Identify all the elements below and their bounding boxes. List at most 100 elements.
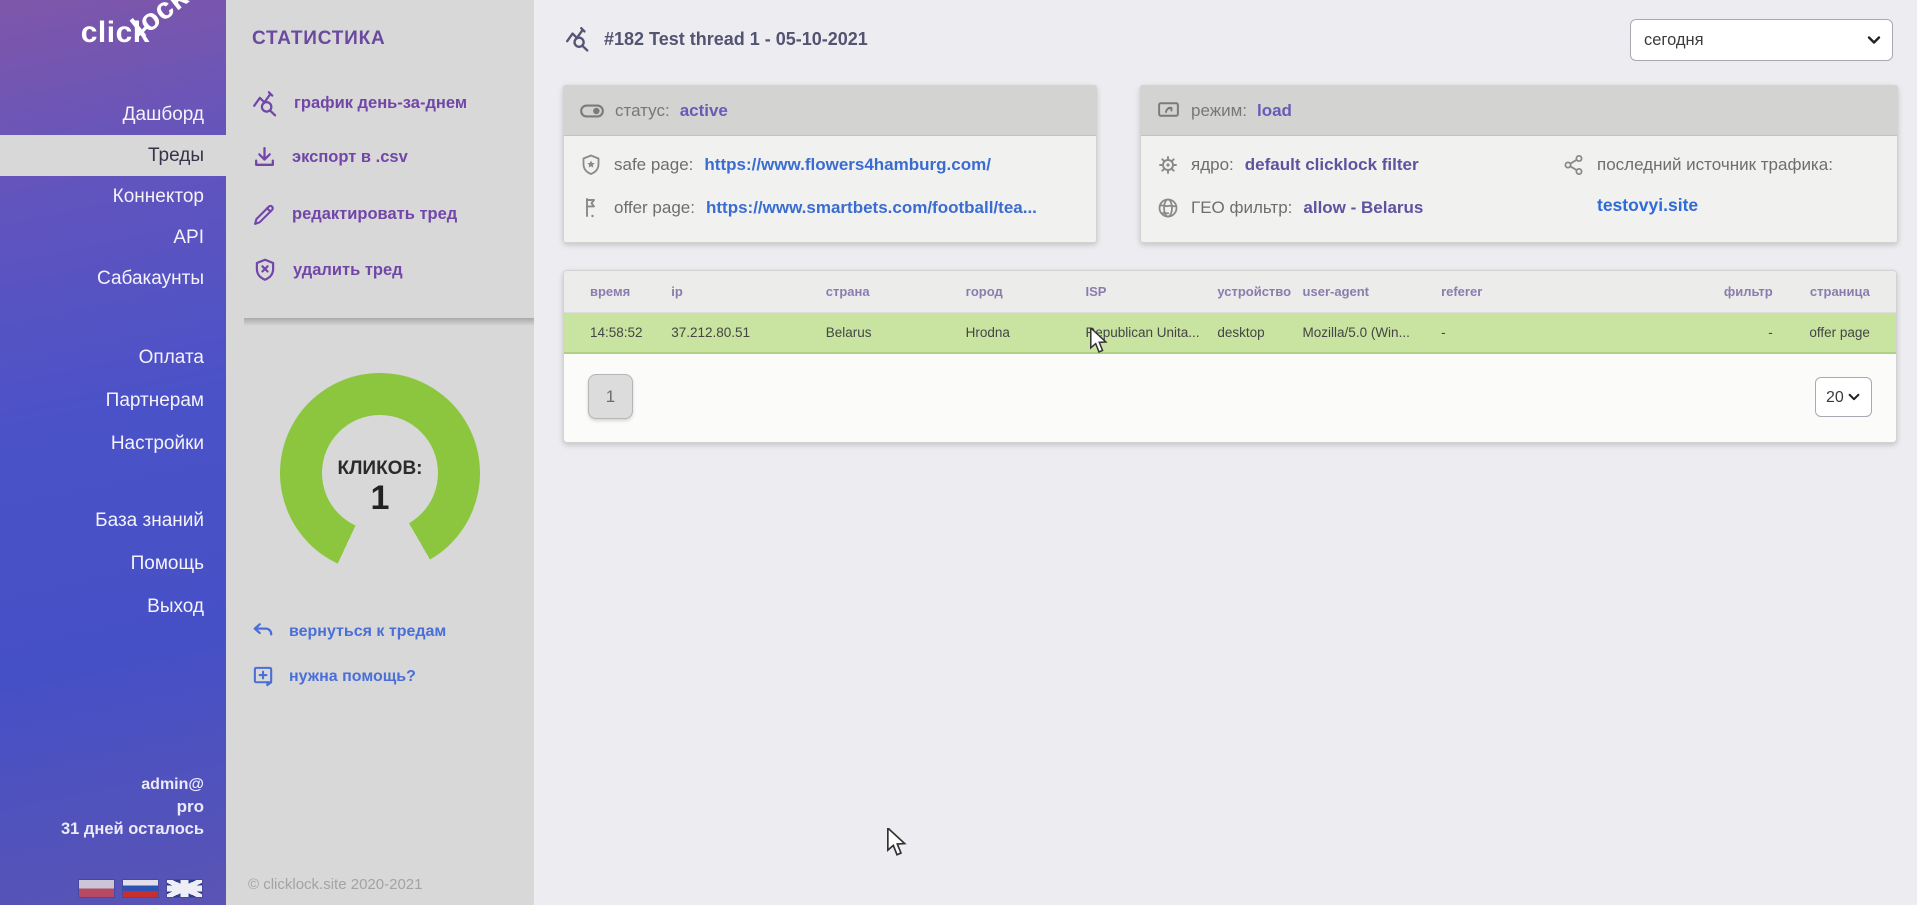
sidebar-item-knowledge-base[interactable]: База знаний: [0, 499, 226, 542]
page-size-select-wrap: 20: [1815, 377, 1872, 417]
share-icon: [1562, 153, 1586, 177]
page-1-button[interactable]: 1: [588, 374, 633, 419]
delete-thread-button[interactable]: удалить тред: [252, 257, 403, 283]
account-plan: pro: [0, 796, 204, 818]
geo-filter-row: ГЕО фильтр: allow - Belarus: [1156, 194, 1562, 221]
sidebar-item-partners[interactable]: Партнерам: [0, 379, 226, 422]
date-range-select-wrap: сегодня: [1630, 19, 1893, 61]
account-email: admin@: [0, 774, 204, 796]
sidebar: clicklock Дашборд Треды Коннектор API Са…: [0, 0, 226, 905]
sidebar-item-dashboard[interactable]: Дашборд: [0, 94, 226, 135]
offer-page-row: offer page: https://www.smartbets.com/fo…: [579, 194, 1081, 221]
cell-time: 14:58:52: [564, 325, 665, 340]
cell-city: Hrodna: [960, 325, 1080, 340]
mode-card: режим: load ядро: default: [1140, 85, 1898, 243]
mode-card-header: режим: load: [1141, 86, 1897, 136]
clicklock-logo[interactable]: clicklock: [81, 16, 212, 50]
statistics-title: СТАТИСТИКА: [252, 28, 386, 50]
core-row: ядро: default clicklock filter: [1156, 151, 1562, 178]
flag-en-icon[interactable]: [167, 880, 202, 897]
chart-search-icon: [252, 90, 279, 117]
gear-icon: [1156, 153, 1180, 177]
day-by-day-chart-button[interactable]: график день-за-днем: [252, 90, 467, 117]
panel-link-label: вернуться к тредам: [289, 623, 446, 641]
sidebar-item-threads[interactable]: Треды: [0, 135, 226, 176]
column-header-page: страница: [1779, 284, 1896, 299]
clicks-table-card: время ip страна город ISP устройство use…: [563, 270, 1897, 443]
clicks-gauge: КЛИКОВ: 1: [280, 373, 480, 573]
screen-share-icon: [1156, 98, 1181, 123]
sidebar-item-logout[interactable]: Выход: [0, 585, 226, 628]
sidebar-item-help[interactable]: Помощь: [0, 542, 226, 585]
action-label: график день-за-днем: [294, 94, 467, 113]
mode-card-left-column: ядро: default clicklock filter ГЕО фильт…: [1156, 151, 1562, 237]
account-days-left: 31 дней осталось: [0, 818, 204, 841]
cell-ip: 37.212.80.51: [665, 325, 820, 340]
action-label: удалить тред: [293, 261, 403, 280]
geo-filter-label: ГЕО фильтр:: [1191, 198, 1292, 218]
sidebar-nav-bottom: База знаний Помощь Выход: [0, 499, 226, 628]
column-header-time: время: [564, 284, 665, 299]
page-size-select[interactable]: 20: [1815, 377, 1872, 417]
shield-x-icon: [252, 257, 278, 283]
thread-title: #182 Test thread 1 - 05-10-2021: [604, 29, 868, 50]
sidebar-item-settings[interactable]: Настройки: [0, 422, 226, 465]
plus-square-icon: [252, 665, 275, 688]
cell-user-agent: Mozilla/5.0 (Win...: [1297, 325, 1436, 340]
mode-card-body: ядро: default clicklock filter ГЕО фильт…: [1141, 136, 1897, 237]
download-icon: [252, 145, 277, 170]
safe-page-row: safe page: https://www.flowers4hamburg.c…: [579, 151, 1081, 178]
flag-pl-icon[interactable]: [79, 880, 114, 897]
chart-search-icon: [564, 26, 592, 52]
sidebar-item-connector[interactable]: Коннектор: [0, 176, 226, 217]
column-header-device: устройство: [1211, 284, 1296, 299]
sidebar-item-subaccounts[interactable]: Сабакаунты: [0, 258, 226, 299]
clicks-gauge-label: КЛИКОВ:: [337, 458, 422, 480]
cell-referer: -: [1435, 325, 1669, 340]
globe-icon: [1156, 196, 1180, 220]
date-range-select[interactable]: сегодня: [1630, 19, 1893, 61]
panel-divider: [244, 318, 534, 326]
mode-label: режим:: [1191, 101, 1247, 121]
status-label: статус:: [615, 101, 670, 121]
column-header-user-agent: user-agent: [1297, 284, 1436, 299]
clicks-gauge-value: 1: [371, 480, 390, 516]
sidebar-item-api[interactable]: API: [0, 217, 226, 258]
back-to-threads-link[interactable]: вернуться к тредам: [252, 620, 446, 643]
action-label: редактировать тред: [292, 205, 457, 224]
safe-page-label: safe page:: [614, 155, 693, 175]
need-help-link[interactable]: нужна помощь?: [252, 665, 416, 688]
last-traffic-source-label: последний источник трафика:: [1597, 155, 1833, 175]
toggle-icon: [579, 98, 605, 124]
flag-icon: [579, 196, 603, 220]
mode-card-right-column: последний источник трафика: testovyi.sit…: [1562, 151, 1882, 237]
last-traffic-source-row: последний источник трафика:: [1562, 151, 1882, 178]
undo-icon: [252, 620, 275, 643]
shield-star-icon: [579, 153, 603, 177]
column-header-ip: ip: [665, 284, 820, 299]
export-csv-button[interactable]: экспорт в .csv: [252, 145, 408, 170]
language-switcher: [79, 880, 202, 897]
cell-country: Belarus: [820, 325, 960, 340]
statistics-panel: СТАТИСТИКА график день-за-днем экспорт в…: [226, 0, 534, 905]
flag-ru-icon[interactable]: [123, 880, 158, 897]
column-header-isp: ISP: [1079, 284, 1211, 299]
main-content: #182 Test thread 1 - 05-10-2021 сегодня …: [534, 0, 1917, 905]
edit-thread-button[interactable]: редактировать тред: [252, 202, 457, 227]
safe-page-link[interactable]: https://www.flowers4hamburg.com/: [704, 155, 991, 175]
cell-filter: -: [1669, 325, 1778, 340]
core-label: ядро:: [1191, 155, 1234, 175]
offer-page-link[interactable]: https://www.smartbets.com/football/tea..…: [706, 198, 1037, 218]
sidebar-item-payment[interactable]: Оплата: [0, 336, 226, 379]
mode-value: load: [1257, 101, 1292, 121]
column-header-country: страна: [820, 284, 960, 299]
cell-device: desktop: [1211, 325, 1296, 340]
account-info: admin@ pro 31 дней осталось: [0, 774, 226, 841]
traffic-source-link[interactable]: testovyi.site: [1597, 195, 1698, 216]
sidebar-nav-mid: Оплата Партнерам Настройки: [0, 336, 226, 465]
offer-page-label: offer page:: [614, 198, 695, 218]
core-value: default clicklock filter: [1245, 155, 1419, 175]
cell-isp: Republican Unita...: [1079, 325, 1211, 340]
table-row[interactable]: 14:58:52 37.212.80.51 Belarus Hrodna Rep…: [564, 313, 1896, 354]
column-header-city: город: [960, 284, 1080, 299]
